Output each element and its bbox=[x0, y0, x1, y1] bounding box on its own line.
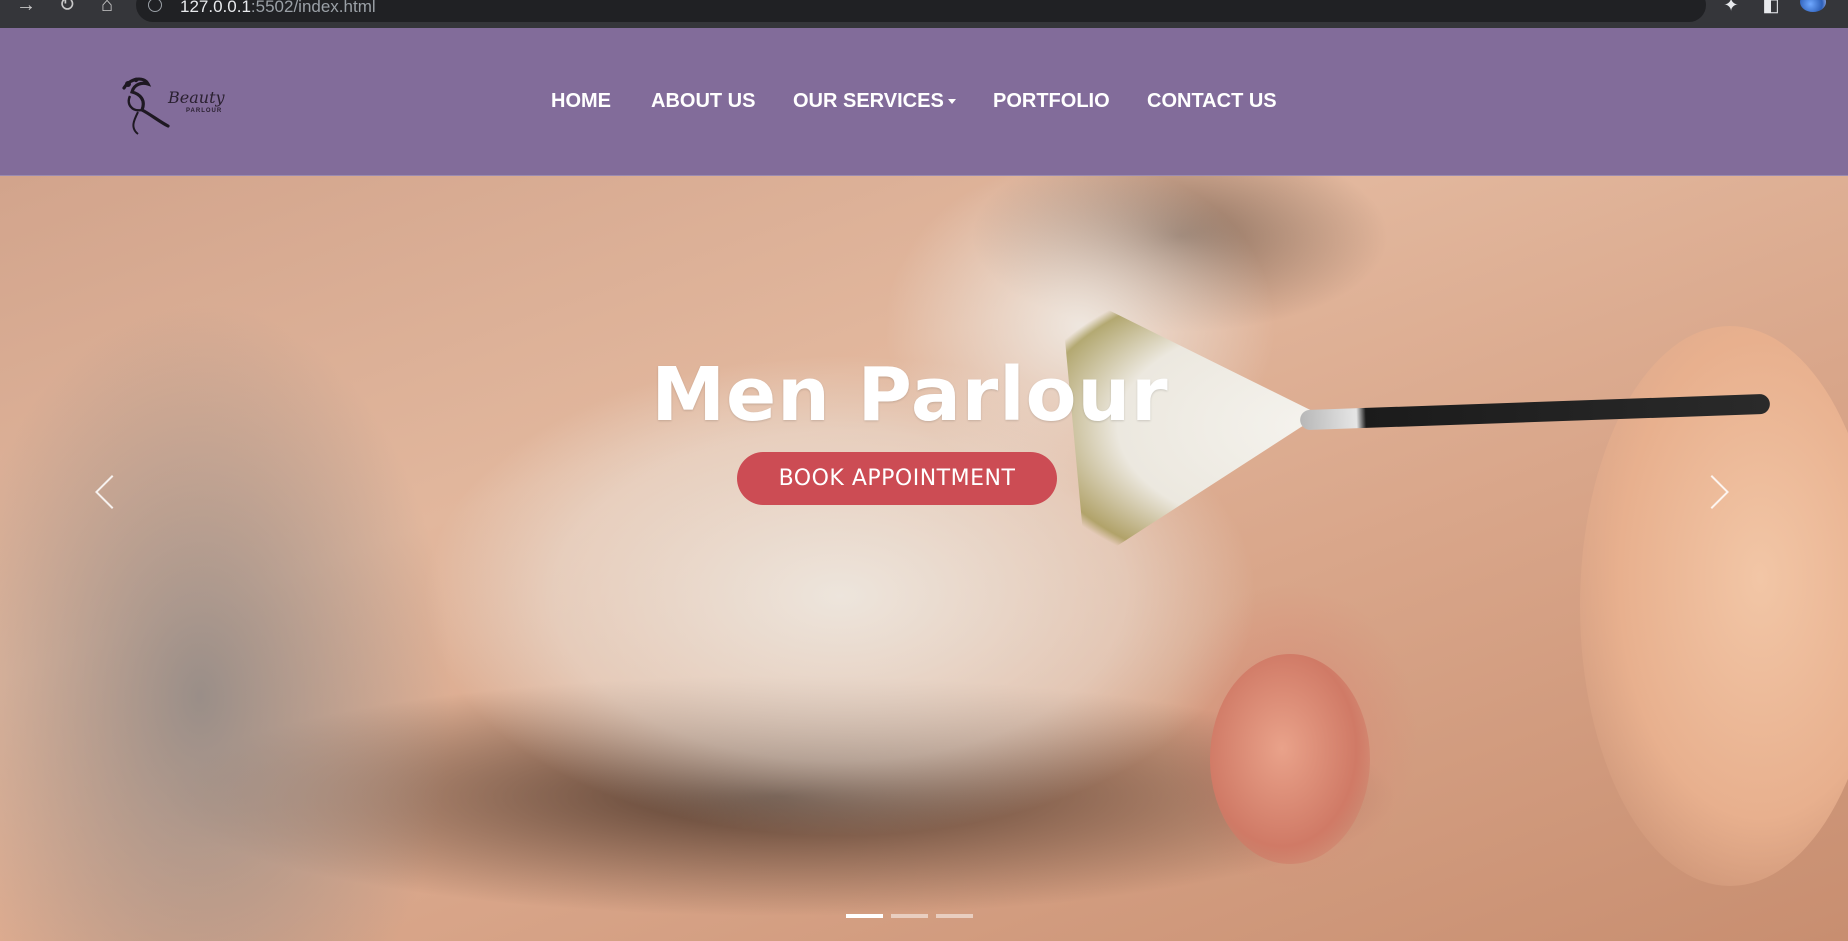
carousel-indicator-2[interactable] bbox=[891, 914, 928, 918]
main-nav: HOME ABOUT US OUR SERVICES PORTFOLIO CON… bbox=[0, 90, 1848, 120]
hero-carousel: Men Parlour BOOK APPOINTMENT bbox=[0, 176, 1848, 941]
book-appointment-button[interactable]: BOOK APPOINTMENT bbox=[737, 452, 1057, 505]
browser-toolbar: → ↻ ⌂ 127.0.0.1:5502/index.html ↗ ☆ ✦ ◧ bbox=[0, 0, 1848, 28]
star-icon[interactable]: ☆ bbox=[1664, 0, 1686, 2]
nav-our-services-label: OUR SERVICES bbox=[793, 90, 944, 112]
carousel-prev-icon[interactable] bbox=[90, 470, 120, 514]
address-bar[interactable]: 127.0.0.1:5502/index.html ↗ ☆ bbox=[136, 0, 1706, 22]
nav-about-us[interactable]: ABOUT US bbox=[651, 90, 755, 113]
hero-image-ear bbox=[1210, 654, 1370, 864]
sidebar-icon[interactable]: ◧ bbox=[1760, 0, 1782, 14]
carousel-next-icon[interactable] bbox=[1702, 470, 1732, 514]
reload-icon[interactable]: ↻ bbox=[55, 0, 79, 14]
share-icon[interactable]: ↗ bbox=[1626, 0, 1648, 2]
profile-avatar[interactable] bbox=[1800, 0, 1826, 12]
slide-title: Men Parlour bbox=[651, 352, 1169, 438]
nav-contact-us[interactable]: CONTACT US bbox=[1147, 90, 1277, 113]
carousel-indicator-1[interactable] bbox=[846, 914, 883, 918]
back-icon[interactable]: → bbox=[14, 0, 38, 14]
extensions-icon[interactable]: ✦ bbox=[1720, 0, 1742, 14]
dropdown-caret-icon bbox=[947, 99, 956, 105]
nav-portfolio[interactable]: PORTFOLIO bbox=[993, 90, 1110, 113]
info-icon[interactable] bbox=[148, 0, 162, 12]
nav-home[interactable]: HOME bbox=[551, 90, 611, 113]
home-icon[interactable]: ⌂ bbox=[95, 0, 119, 14]
nav-our-services[interactable]: OUR SERVICES bbox=[793, 90, 956, 113]
site-header: Beauty PARLOUR HOME ABOUT US OUR SERVICE… bbox=[0, 28, 1848, 176]
carousel-indicator-3[interactable] bbox=[936, 914, 973, 918]
url-text[interactable]: 127.0.0.1:5502/index.html bbox=[180, 0, 376, 16]
